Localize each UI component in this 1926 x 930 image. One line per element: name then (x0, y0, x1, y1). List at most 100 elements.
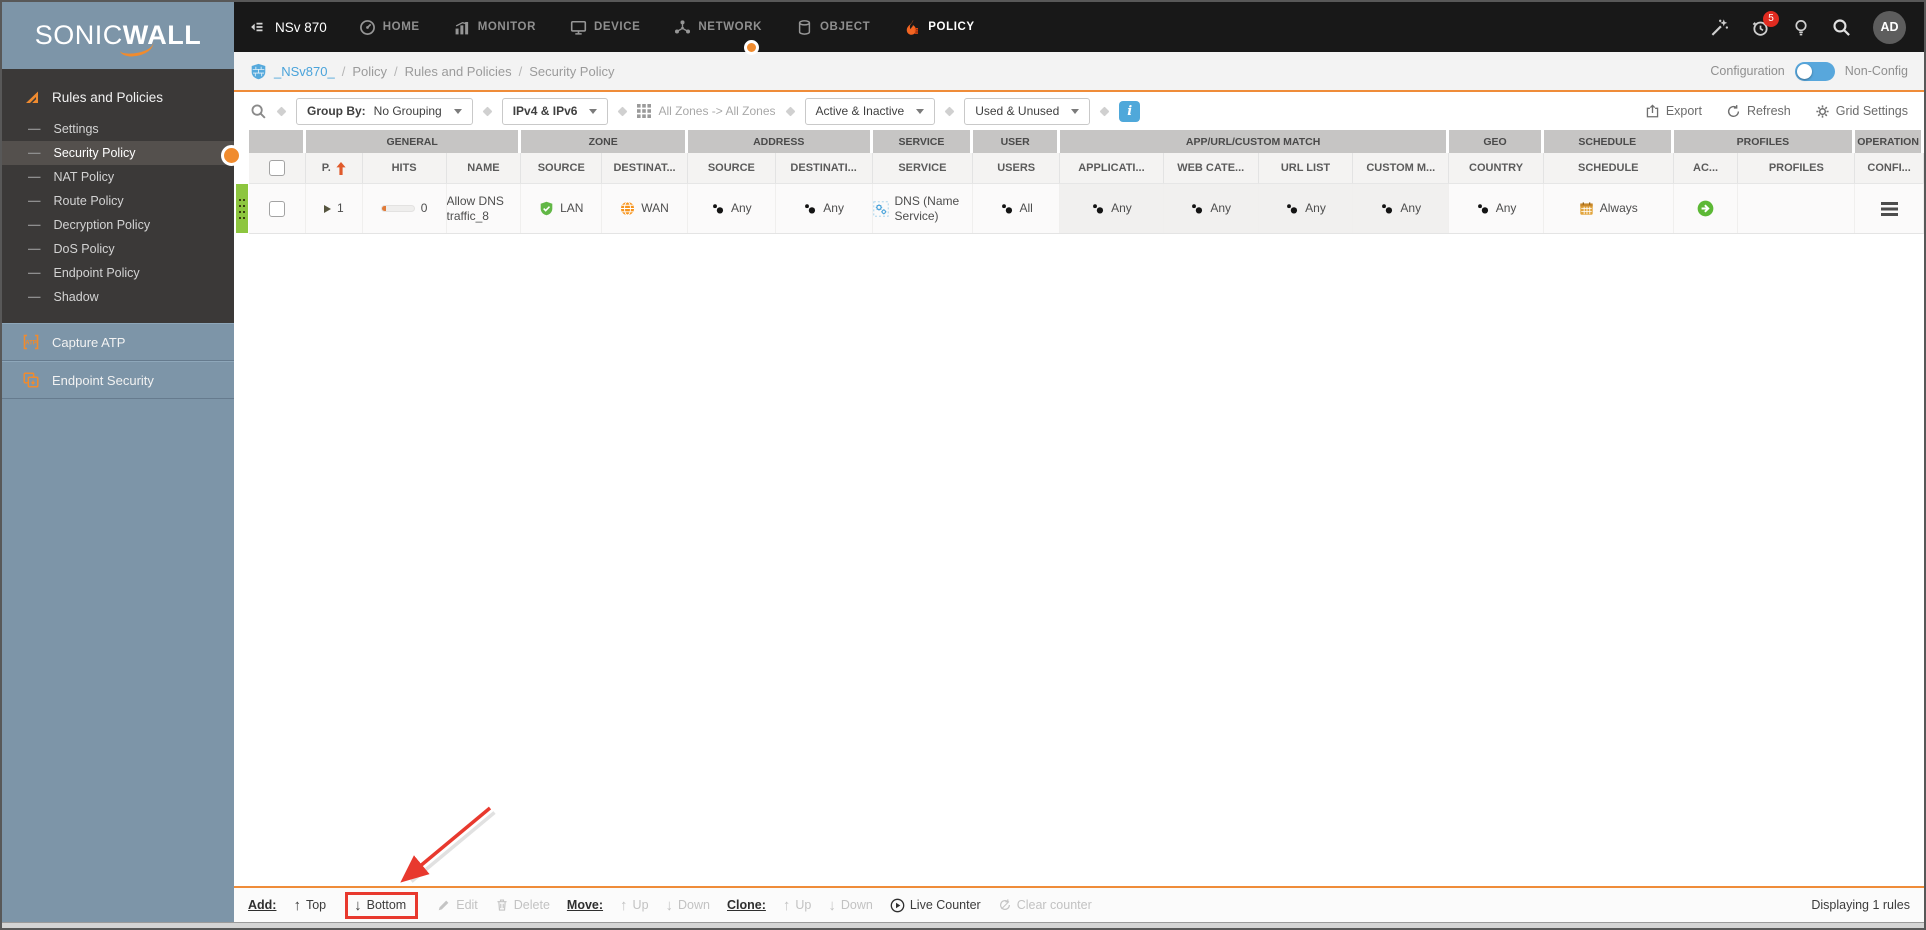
table-tools: Export Refresh Grid Settings (1645, 103, 1908, 119)
filter-bar: Group By: No Grouping IPv4 & IPv6 All Zo… (234, 92, 1924, 130)
lightbulb-icon[interactable] (1792, 18, 1810, 37)
column-header-label: DESTINAT... (613, 162, 676, 174)
group-header-address: ADDRESS (687, 130, 873, 153)
search-icon[interactable] (1832, 18, 1851, 37)
priority-value: 1 (336, 201, 344, 215)
sidebar-item-settings[interactable]: — Settings (2, 117, 234, 141)
nav-tab-monitor[interactable]: MONITOR (454, 19, 536, 36)
zone-matrix-button[interactable]: All Zones -> All Zones (637, 104, 776, 118)
nav-tab-policy[interactable]: POLICY (904, 19, 974, 36)
wand-icon[interactable] (1710, 18, 1729, 37)
firewall-shield-icon (250, 63, 267, 80)
nav-tab-home[interactable]: HOME (359, 19, 420, 36)
column-header-url-list[interactable]: URL LIST (1258, 153, 1354, 184)
table-row[interactable]: 1 0 Allow DNS traffic_8 LAN WAN Any Any DNS (Na… (236, 184, 1924, 234)
breadcrumb-separator: / (394, 63, 398, 79)
column-header-web-cate-[interactable]: WEB CATE... (1163, 153, 1259, 184)
collapse-sidebar-icon[interactable] (248, 19, 265, 35)
breadcrumb-item-policy[interactable]: Policy (352, 64, 387, 79)
sidebar-item-endpoint-policy[interactable]: — Endpoint Policy (2, 261, 234, 285)
column-header-source[interactable]: SOURCE (687, 153, 776, 184)
move-up-button[interactable]: ↑ Up (620, 897, 648, 914)
cell-select[interactable] (249, 184, 306, 233)
row-drag-handle[interactable] (236, 184, 248, 233)
config-mode-toggle[interactable] (1794, 61, 1835, 81)
column-header-ac-[interactable]: AC... (1673, 153, 1739, 184)
column-header-p-[interactable]: P. (305, 153, 363, 184)
column-header-name[interactable]: NAME (446, 153, 522, 184)
sort-up-icon[interactable] (336, 161, 346, 175)
column-header-service[interactable]: SERVICE (872, 153, 974, 184)
row-expander-icon[interactable] (323, 204, 331, 213)
column-header-confi-[interactable]: CONFI... (1855, 153, 1924, 184)
info-icon[interactable]: i (1119, 100, 1141, 122)
column-header-source[interactable]: SOURCE (521, 153, 603, 184)
delete-button[interactable]: Delete (495, 898, 550, 912)
sidebar: SONICWALL Rules and Policies — Settings — S… (2, 2, 234, 922)
usage-filter-dropdown[interactable]: Used & Unused (964, 97, 1091, 125)
nav-left: NSv 870 (248, 19, 347, 35)
group-by-dropdown[interactable]: Group By: No Grouping (296, 97, 473, 125)
sidebar-item-endpoint-security[interactable]: Endpoint Security (2, 361, 234, 399)
grid-settings-button[interactable]: Grid Settings (1815, 104, 1908, 119)
breadcrumb-device-link[interactable]: _NSv870_ (274, 64, 335, 79)
column-header-destinat-[interactable]: DESTINAT... (602, 153, 688, 184)
config-menu-icon[interactable] (1880, 201, 1898, 216)
table-search-icon[interactable] (250, 103, 267, 120)
nav-tab-object[interactable]: OBJECT (796, 19, 870, 36)
any-users-icon (1285, 202, 1299, 216)
brand-logo-text: SONICWALL (34, 20, 202, 50)
live-counter-button[interactable]: Live Counter (890, 898, 981, 913)
sidebar-item-shadow[interactable]: — Shadow (2, 285, 234, 309)
column-header-profiles[interactable]: PROFILES (1738, 153, 1856, 184)
user-avatar[interactable]: AD (1873, 10, 1906, 44)
sidebar-item-dos-policy[interactable]: — DoS Policy (2, 237, 234, 261)
refresh-button[interactable]: Refresh (1726, 104, 1791, 119)
cell-address-destination-label: Any (823, 201, 844, 215)
separator-diamond-icon (785, 106, 795, 116)
column-header-country[interactable]: COUNTRY (1449, 153, 1544, 184)
add-bottom-button[interactable]: ↓ Bottom (354, 897, 406, 914)
add-top-button[interactable]: ↑ Top (293, 897, 326, 914)
select-all-checkbox[interactable] (268, 160, 285, 176)
sidebar-section-rules-and-policies[interactable]: Rules and Policies (2, 79, 234, 117)
sidebar-item-label: Capture ATP (52, 334, 126, 350)
sidebar-item-nat-policy[interactable]: — NAT Policy (2, 165, 234, 189)
column-header-applicati-[interactable]: APPLICATI... (1060, 153, 1164, 184)
sidebar-resize-handle-dot[interactable] (221, 145, 242, 166)
device-name[interactable]: NSv 870 (275, 20, 327, 35)
state-filter-value: Active & Inactive (815, 104, 905, 118)
state-filter-dropdown[interactable]: Active & Inactive (804, 97, 936, 125)
group-header-geo: GEO (1449, 130, 1544, 153)
column-header-hits[interactable]: HITS (362, 153, 447, 184)
clone-down-button[interactable]: ↓ Down (828, 897, 872, 914)
move-down-button[interactable]: ↓ Down (666, 897, 710, 914)
column-header-users[interactable]: USERS (973, 153, 1061, 184)
export-button[interactable]: Export (1645, 103, 1702, 119)
clone-up-button[interactable]: ↑ Up (783, 897, 811, 914)
refresh-label: Refresh (1746, 104, 1791, 118)
nav-tab-network[interactable]: NETWORK (674, 19, 762, 36)
brand-logo[interactable]: SONICWALL (2, 2, 234, 69)
sidebar-item-capture-atp[interactable]: ATP Capture ATP (2, 323, 234, 361)
separator-diamond-icon (944, 106, 955, 116)
column-header-custom-m-[interactable]: CUSTOM M... (1353, 153, 1450, 184)
group-header-app-url-custom-match: APP/URL/CUSTOM MATCH (1060, 130, 1450, 153)
calendar-icon (1579, 201, 1594, 216)
column-header-select[interactable] (249, 153, 306, 184)
cell-users: All (973, 184, 1061, 233)
ip-version-dropdown[interactable]: IPv4 & IPv6 (501, 97, 609, 125)
row-checkbox[interactable] (268, 200, 285, 217)
sidebar-item-security-policy[interactable]: — Security Policy (2, 141, 234, 165)
edit-button[interactable]: Edit (437, 898, 478, 912)
notifications-icon[interactable]: 5 (1751, 10, 1779, 37)
nav-tab-device[interactable]: DEVICE (570, 19, 640, 36)
sidebar-item-route-policy[interactable]: — Route Policy (2, 189, 234, 213)
column-header-destinati-[interactable]: DESTINATI... (775, 153, 873, 184)
cell-config[interactable] (1855, 184, 1924, 233)
breadcrumb-item-rules[interactable]: Rules and Policies (405, 64, 512, 79)
sidebar-item-decryption-policy[interactable]: — Decryption Policy (2, 213, 234, 237)
clear-counter-button[interactable]: Clear counter (998, 898, 1092, 912)
column-header-schedule[interactable]: SCHEDULE (1543, 153, 1674, 184)
action-bar: Add: ↑ Top ↓ Bottom Edit Delete Move: ↑ Up … (234, 886, 1924, 922)
